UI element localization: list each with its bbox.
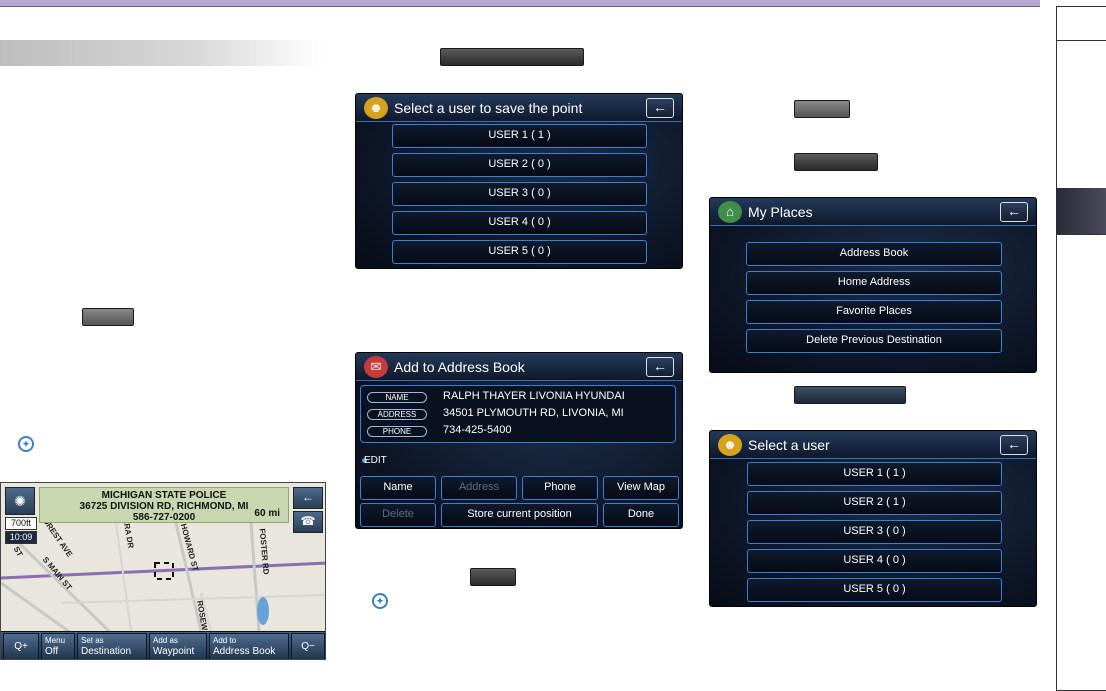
user-2-button[interactable]: USER 2 ( 0 ): [392, 153, 647, 177]
screen-title-bar: ✉ Add to Address Book ←: [356, 353, 682, 381]
manual-page: ✦ ✦ ☻ Select a user to save the point ← …: [0, 0, 1106, 691]
chapter-rail: [1056, 6, 1106, 691]
back-button[interactable]: ←: [1000, 202, 1028, 222]
user-2-button[interactable]: USER 2 ( 1 ): [747, 491, 1002, 515]
screen-add-address-book: ✉ Add to Address Book ← NAME RALPH THAYE…: [355, 352, 683, 529]
poi-address: 36725 DIVISION RD, RICHMOND, MI: [79, 501, 249, 512]
button-small-label: Add as: [153, 636, 178, 645]
top-divider: [0, 6, 1040, 7]
places-icon: ⌂: [718, 201, 742, 223]
inline-button-label: [794, 100, 850, 118]
section-heading-band: [0, 40, 324, 66]
inline-button-label: [440, 48, 584, 66]
map-screen: FOREST AVE S MAIN ST HOWARD ST FOSTER RD…: [0, 482, 326, 660]
store-current-position-button[interactable]: Store current position: [441, 503, 598, 527]
map-clock: 10:09: [5, 531, 37, 544]
info-value: RALPH THAYER LIVONIA HYUNDAI: [443, 390, 625, 402]
address-button[interactable]: Address: [441, 476, 517, 500]
delete-button[interactable]: Delete: [360, 503, 436, 527]
done-button[interactable]: Done: [603, 503, 679, 527]
user-3-button[interactable]: USER 3 ( 0 ): [392, 182, 647, 206]
tip-icon: ✦: [372, 593, 388, 609]
poi-info-banner: MICHIGAN STATE POLICE 36725 DIVISION RD,…: [39, 487, 289, 523]
button-large-label: Address Book: [213, 646, 276, 657]
back-button[interactable]: ←: [646, 357, 674, 377]
user-4-button[interactable]: USER 4 ( 0 ): [392, 211, 647, 235]
zoom-in-button[interactable]: Q+: [3, 633, 39, 659]
address-book-button[interactable]: Address Book: [746, 242, 1002, 266]
screen-my-places: ⌂ My Places ← Address Book Home Address …: [709, 197, 1037, 373]
map-scale: 700ft: [5, 517, 37, 530]
inline-button-label: [82, 308, 134, 326]
map-bottom-bar: Q+ Menu Off Set as Destination Add as Wa…: [1, 631, 325, 659]
user-5-button[interactable]: USER 5 ( 0 ): [747, 578, 1002, 602]
edit-label: EDIT: [364, 455, 387, 466]
view-map-button[interactable]: View Map: [603, 476, 679, 500]
screen-title: My Places: [748, 204, 813, 220]
poi-distance: 60 mi: [254, 508, 280, 519]
back-button[interactable]: ←: [646, 98, 674, 118]
poi-phone: 586-727-0200: [132, 512, 196, 523]
add-waypoint-button[interactable]: Add as Waypoint: [149, 633, 207, 659]
user-icon: ☻: [718, 434, 742, 456]
screen-select-user-save: ☻ Select a user to save the point ← USER…: [355, 93, 683, 269]
user-1-button[interactable]: USER 1 ( 1 ): [747, 462, 1002, 486]
address-book-icon: ✉: [364, 356, 388, 378]
button-small-label: Add to: [213, 636, 237, 645]
inline-button-label: [470, 568, 516, 586]
rail-divider: [1057, 40, 1106, 41]
inline-button-label: [794, 386, 906, 404]
user-4-button[interactable]: USER 4 ( 0 ): [747, 549, 1002, 573]
button-small-label: Menu: [45, 636, 66, 645]
button-small-label: Set as: [81, 636, 104, 645]
poi-name: MICHIGAN STATE POLICE: [101, 490, 227, 501]
zoom-out-button[interactable]: Q−: [291, 633, 325, 659]
screen-title-bar: ☻ Select a user ←: [710, 431, 1036, 459]
button-large-label: Off: [45, 646, 59, 657]
info-value: 34501 PLYMOUTH RD, LIVONIA, MI: [443, 407, 624, 419]
screen-title-bar: ⌂ My Places ←: [710, 198, 1036, 226]
menu-off-button[interactable]: Menu Off: [41, 633, 75, 659]
inline-button-label: [794, 153, 878, 171]
user-icon: ☻: [364, 97, 388, 119]
phone-icon[interactable]: ☎: [293, 511, 323, 533]
back-button[interactable]: ←: [1000, 435, 1028, 455]
home-address-button[interactable]: Home Address: [746, 271, 1002, 295]
info-tag: ADDRESS: [367, 409, 427, 420]
user-5-button[interactable]: USER 5 ( 0 ): [392, 240, 647, 264]
button-large-label: Destination: [81, 646, 132, 657]
screen-select-user: ☻ Select a user ← USER 1 ( 1 ) USER 2 ( …: [709, 430, 1037, 607]
contact-info-box: NAME RALPH THAYER LIVONIA HYUNDAI ADDRES…: [360, 385, 676, 443]
user-3-button[interactable]: USER 3 ( 0 ): [747, 520, 1002, 544]
button-large-label: Waypoint: [153, 646, 195, 657]
name-button[interactable]: Name: [360, 476, 436, 500]
phone-button[interactable]: Phone: [522, 476, 598, 500]
delete-previous-destination-button[interactable]: Delete Previous Destination: [746, 329, 1002, 353]
tip-icon: ✦: [18, 436, 34, 452]
user-1-button[interactable]: USER 1 ( 1 ): [392, 124, 647, 148]
favorite-places-button[interactable]: Favorite Places: [746, 300, 1002, 324]
info-value: 734-425-5400: [443, 424, 512, 436]
screen-title-bar: ☻ Select a user to save the point ←: [356, 94, 682, 122]
add-address-book-button[interactable]: Add to Address Book: [209, 633, 289, 659]
info-tag: NAME: [367, 392, 427, 403]
compass-icon[interactable]: ✺: [5, 487, 35, 515]
chapter-tab-active: [1056, 188, 1106, 234]
set-destination-button[interactable]: Set as Destination: [77, 633, 147, 659]
screen-title: Select a user: [748, 437, 830, 453]
rail-divider: [1057, 234, 1106, 235]
screen-title: Add to Address Book: [394, 359, 525, 375]
rail-divider: [1057, 6, 1106, 7]
screen-title: Select a user to save the point: [394, 100, 583, 116]
back-button[interactable]: ←: [293, 487, 323, 509]
info-tag: PHONE: [367, 426, 427, 437]
